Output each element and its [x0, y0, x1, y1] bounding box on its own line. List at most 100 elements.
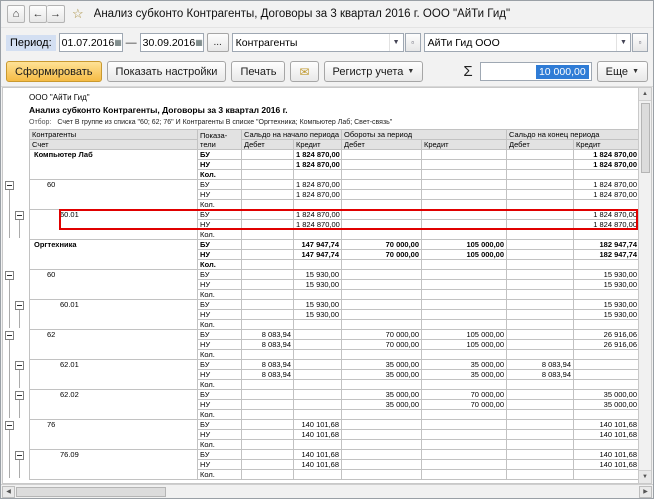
value-cell[interactable] — [507, 250, 574, 260]
value-cell[interactable] — [242, 390, 294, 400]
scroll-left-button[interactable]: ◀ — [2, 486, 15, 498]
value-cell[interactable] — [242, 410, 294, 420]
horizontal-scrollbar[interactable]: ◀ ▶ — [1, 484, 653, 498]
value-cell[interactable] — [242, 300, 294, 310]
value-cell[interactable]: 1 824 870,00 — [574, 220, 639, 230]
value-cell[interactable]: 15 930,00 — [294, 270, 342, 280]
value-cell[interactable] — [507, 380, 574, 390]
value-cell[interactable] — [242, 350, 294, 360]
value-cell[interactable] — [294, 370, 342, 380]
value-cell[interactable] — [242, 260, 294, 270]
date-to-field[interactable]: 30.09.2016 ▦ — [140, 33, 204, 52]
collapse-minus-button[interactable] — [15, 451, 24, 460]
value-cell[interactable] — [242, 240, 294, 250]
value-cell[interactable] — [242, 440, 294, 450]
value-cell[interactable] — [242, 380, 294, 390]
value-cell[interactable]: 70 000,00 — [342, 330, 422, 340]
value-cell[interactable] — [242, 270, 294, 280]
calendar-icon[interactable]: ▦ — [195, 34, 203, 51]
value-cell[interactable] — [294, 340, 342, 350]
value-cell[interactable] — [422, 290, 507, 300]
value-cell[interactable] — [342, 260, 422, 270]
value-cell[interactable] — [422, 220, 507, 230]
value-cell[interactable]: 8 083,94 — [242, 360, 294, 370]
value-cell[interactable] — [294, 230, 342, 240]
value-cell[interactable] — [342, 380, 422, 390]
value-cell[interactable] — [574, 410, 639, 420]
value-cell[interactable]: 147 947,74 — [294, 240, 342, 250]
indicator-cell[interactable]: Кол. — [198, 380, 242, 390]
value-cell[interactable] — [342, 280, 422, 290]
value-cell[interactable] — [342, 170, 422, 180]
value-cell[interactable] — [422, 300, 507, 310]
indicator-cell[interactable]: НУ — [198, 310, 242, 320]
scroll-down-button[interactable]: ▼ — [639, 470, 651, 483]
value-cell[interactable]: 70 000,00 — [342, 240, 422, 250]
collapse-minus-button[interactable] — [5, 421, 14, 430]
value-cell[interactable] — [507, 150, 574, 160]
group-name-cell[interactable]: 60.01 — [30, 300, 198, 330]
value-cell[interactable]: 1 824 870,00 — [294, 220, 342, 230]
value-cell[interactable] — [422, 410, 507, 420]
value-cell[interactable]: 1 824 870,00 — [574, 160, 639, 170]
value-cell[interactable] — [422, 270, 507, 280]
value-cell[interactable] — [507, 440, 574, 450]
subconto-combo[interactable]: Контрагенты ▼ — [232, 33, 404, 52]
group-name-cell[interactable]: 60.01 — [30, 210, 198, 240]
group-name-cell[interactable]: 76 — [30, 420, 198, 450]
value-cell[interactable] — [242, 250, 294, 260]
group-name-cell[interactable]: 62.02 — [30, 390, 198, 420]
indicator-cell[interactable]: Кол. — [198, 320, 242, 330]
indicator-cell[interactable]: Кол. — [198, 410, 242, 420]
value-cell[interactable] — [342, 220, 422, 230]
value-cell[interactable]: 15 930,00 — [294, 310, 342, 320]
value-cell[interactable]: 105 000,00 — [422, 330, 507, 340]
value-cell[interactable]: 1 824 870,00 — [294, 190, 342, 200]
value-cell[interactable] — [507, 200, 574, 210]
value-cell[interactable] — [507, 300, 574, 310]
value-cell[interactable] — [342, 350, 422, 360]
value-cell[interactable] — [574, 350, 639, 360]
value-cell[interactable] — [422, 160, 507, 170]
value-cell[interactable]: 26 916,06 — [574, 330, 639, 340]
group-name-cell[interactable]: 62 — [30, 330, 198, 360]
value-cell[interactable] — [507, 470, 574, 480]
value-cell[interactable] — [574, 290, 639, 300]
value-cell[interactable]: 8 083,94 — [242, 370, 294, 380]
value-cell[interactable] — [242, 190, 294, 200]
value-cell[interactable]: 15 930,00 — [294, 300, 342, 310]
collapse-minus-button[interactable] — [15, 211, 24, 220]
indicator-cell[interactable]: БУ — [198, 180, 242, 190]
indicator-cell[interactable]: БУ — [198, 210, 242, 220]
value-cell[interactable] — [422, 440, 507, 450]
value-cell[interactable]: 140 101,68 — [574, 450, 639, 460]
value-cell[interactable]: 35 000,00 — [574, 390, 639, 400]
value-cell[interactable] — [342, 310, 422, 320]
indicator-cell[interactable]: НУ — [198, 340, 242, 350]
calendar-icon[interactable]: ▦ — [114, 34, 122, 51]
value-cell[interactable] — [574, 230, 639, 240]
value-cell[interactable] — [342, 410, 422, 420]
value-cell[interactable]: 140 101,68 — [574, 420, 639, 430]
value-cell[interactable] — [507, 310, 574, 320]
indicator-cell[interactable]: БУ — [198, 390, 242, 400]
value-cell[interactable] — [507, 420, 574, 430]
value-cell[interactable] — [294, 390, 342, 400]
value-cell[interactable] — [507, 390, 574, 400]
value-cell[interactable]: 35 000,00 — [422, 360, 507, 370]
value-cell[interactable] — [507, 280, 574, 290]
value-cell[interactable] — [422, 470, 507, 480]
value-cell[interactable] — [242, 230, 294, 240]
group-name-cell[interactable]: Компьютер Лаб — [30, 150, 198, 180]
value-cell[interactable]: 1 824 870,00 — [294, 180, 342, 190]
collapse-minus-button[interactable] — [5, 181, 14, 190]
value-cell[interactable] — [242, 290, 294, 300]
value-cell[interactable]: 70 000,00 — [342, 250, 422, 260]
chevron-down-icon[interactable]: ▼ — [616, 34, 630, 51]
value-cell[interactable] — [242, 460, 294, 470]
group-name-cell[interactable]: 60 — [30, 270, 198, 300]
value-cell[interactable] — [422, 320, 507, 330]
value-cell[interactable] — [242, 160, 294, 170]
value-cell[interactable] — [574, 380, 639, 390]
value-cell[interactable]: 1 824 870,00 — [574, 150, 639, 160]
